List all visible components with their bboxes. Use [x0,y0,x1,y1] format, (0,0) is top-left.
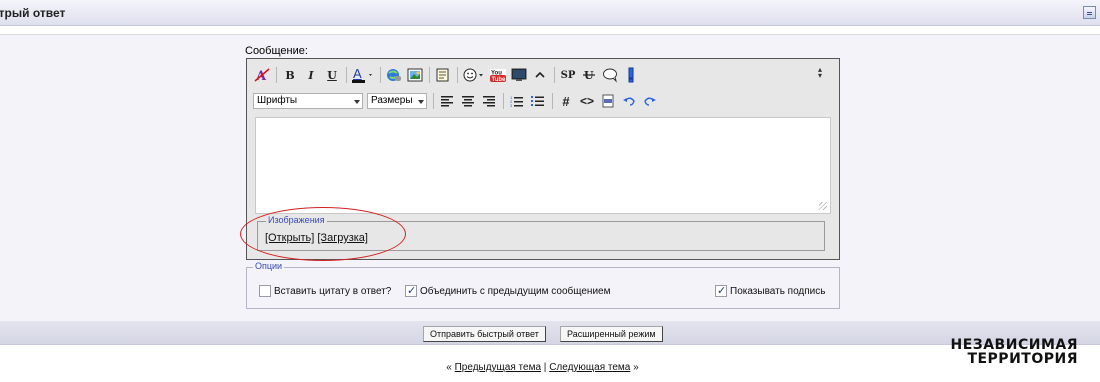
merge-label: Объединить с предыдущим сообщением [420,285,611,297]
images-legend: Изображения [266,215,327,225]
panel-header: стрый ответ [0,0,1100,26]
font-select-value: Шрифты [257,95,298,106]
toolbar-separator [276,67,277,83]
resize-grip-icon[interactable] [819,202,827,210]
images-links: [Открыть] [Загрузка] [265,232,368,244]
message-label: Сообщение: [245,45,308,57]
nav-separator: | [543,362,547,373]
toolbar-separator [429,67,430,83]
hash-icon[interactable]: # [557,92,575,110]
align-left-icon[interactable] [438,92,456,110]
svg-text:A: A [353,66,362,81]
font-select[interactable]: Шрифты [253,93,363,109]
next-suffix: » [633,362,639,373]
svg-text:Tube: Tube [492,77,507,83]
redo-icon[interactable] [641,92,659,110]
video-icon[interactable] [510,66,528,84]
unordered-list-icon[interactable] [529,92,547,110]
quote-label: Вставить цитату в ответ? [274,285,392,297]
option-signature[interactable]: Показывать подпись [715,284,826,297]
ordered-list-icon[interactable]: 123 [508,92,526,110]
quote-icon[interactable] [434,66,452,84]
options-fieldset: Опции Вставить цитату в ответ? Объединит… [246,261,840,309]
toolbar-row-1: A B I U A [253,64,643,86]
signature-checkbox[interactable] [715,284,727,297]
toolbar-separator [433,93,434,109]
toolbar-separator [380,67,381,83]
text-color-icon[interactable]: A [351,66,375,84]
strike-icon[interactable]: U [580,66,598,84]
underline-icon[interactable]: U [323,66,341,84]
hide-icon[interactable] [531,66,549,84]
chevron-down-icon [354,100,360,104]
prev-prefix: « [446,362,452,373]
quick-reply-form: Сообщение: A B I U A [0,34,1100,322]
images-fieldset: Изображения [Открыть] [Загрузка] [257,215,825,251]
smiley-icon[interactable] [462,66,486,84]
italic-icon[interactable]: I [302,66,320,84]
align-center-icon[interactable] [459,92,477,110]
toolbar-row-2: Шрифты Размеры 12 3 # <> [253,90,662,112]
size-select[interactable]: Размеры [367,93,427,109]
toolbar-separator [503,93,504,109]
spoiler-icon[interactable]: SP [559,66,577,84]
form-inner: Сообщение: A B I U A [0,35,1100,322]
panel-title: стрый ответ [0,6,66,20]
signature-label: Показывать подпись [730,285,826,297]
undo-icon[interactable] [620,92,638,110]
php-icon[interactable] [599,92,617,110]
images-open-link[interactable]: [Открыть] [265,232,314,244]
message-editor: A B I U A [246,58,840,260]
align-right-icon[interactable] [480,92,498,110]
option-merge[interactable]: Объединить с предыдущим сообщением [405,284,611,297]
chevron-down-icon [418,100,424,104]
collapse-panel-icon[interactable] [1083,6,1096,19]
advanced-mode-button[interactable]: Расширенный режим [560,326,663,342]
resize-toggle-icon[interactable]: ▴ ▾ [817,66,823,81]
merge-checkbox[interactable] [405,284,417,297]
toolbar-separator [346,67,347,83]
topic-navigation: « Предыдущая тема | Следующая тема » [0,362,1085,373]
toolbar-separator [552,93,553,109]
message-textarea[interactable] [255,117,831,214]
next-topic-link[interactable]: Следующая тема [549,362,630,373]
bold-icon[interactable]: B [281,66,299,84]
options-legend: Опции [253,261,285,271]
quote-checkbox[interactable] [259,285,271,297]
prev-topic-link[interactable]: Предыдущая тема [455,362,541,373]
svg-text:3: 3 [510,103,513,107]
link-icon[interactable] [385,66,403,84]
quick-reply-button[interactable]: Отправить быстрый ответ [423,326,546,342]
images-upload-link[interactable]: [Загрузка] [317,232,368,244]
size-select-value: Размеры [371,95,413,106]
option-quote[interactable]: Вставить цитату в ответ? [259,285,391,297]
bubble-icon[interactable] [601,66,619,84]
remove-format-icon[interactable]: A [253,66,271,84]
youtube-icon[interactable]: You Tube [489,66,507,84]
toolbar-separator [554,67,555,83]
brand-line-1: НЕЗАВИСИМАЯ [950,337,1078,353]
submit-bar: Отправить быстрый ответ Расширенный режи… [0,321,1100,345]
toolbar-separator [457,67,458,83]
code-icon[interactable]: <> [578,92,596,110]
image-icon[interactable] [406,66,424,84]
exclamation-icon[interactable] [622,66,640,84]
